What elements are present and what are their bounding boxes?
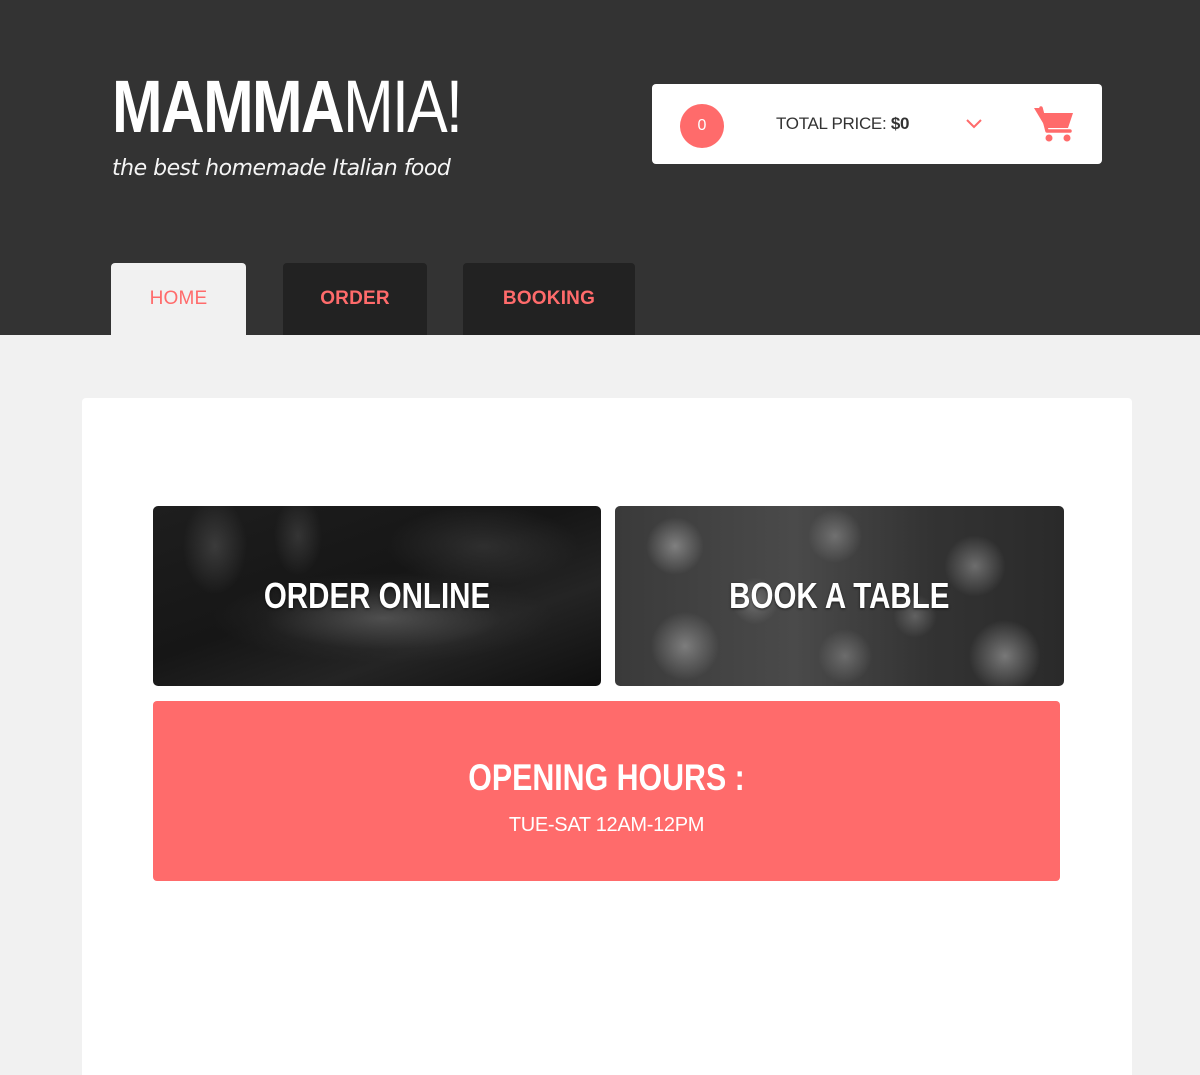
cart-total-amount: $0 (890, 114, 910, 133)
book-table-tile[interactable]: BOOK A TABLE (615, 506, 1064, 686)
order-online-tile[interactable]: ORDER ONLINE (153, 506, 601, 686)
opening-hours-box: OPENING HOURS : TUE-SAT 12AM-12PM (153, 701, 1060, 881)
site-tagline: the best homemade Italian food (112, 156, 451, 181)
site-logo[interactable]: MAMMAMIA! (112, 70, 463, 144)
opening-hours-title: OPENING HOURS : (468, 757, 745, 798)
tab-home[interactable]: HOME (111, 263, 246, 335)
logo-light-text: MIA! (343, 65, 463, 148)
order-online-label: ORDER ONLINE (263, 575, 491, 616)
chevron-down-icon[interactable] (964, 114, 984, 134)
shopping-cart-icon[interactable] (1032, 104, 1076, 144)
site-header: MAMMAMIA! the best homemade Italian food… (0, 0, 1200, 335)
book-table-label: BOOK A TABLE (729, 575, 950, 616)
cart-widget[interactable]: 0 TOTAL PRICE: $0 (652, 84, 1102, 164)
cart-total-price: TOTAL PRICE: $0 (776, 114, 909, 134)
cart-total-label: TOTAL PRICE: (776, 114, 887, 133)
home-content-panel: ORDER ONLINE BOOK A TABLE OPENING HOURS … (82, 398, 1132, 1075)
opening-hours-text: TUE-SAT 12AM-12PM (508, 814, 705, 836)
tab-booking[interactable]: BOOKING (463, 263, 635, 335)
tab-order[interactable]: ORDER (283, 263, 427, 335)
cart-count-badge: 0 (680, 104, 724, 148)
logo-bold-text: MAMMA (112, 65, 345, 148)
